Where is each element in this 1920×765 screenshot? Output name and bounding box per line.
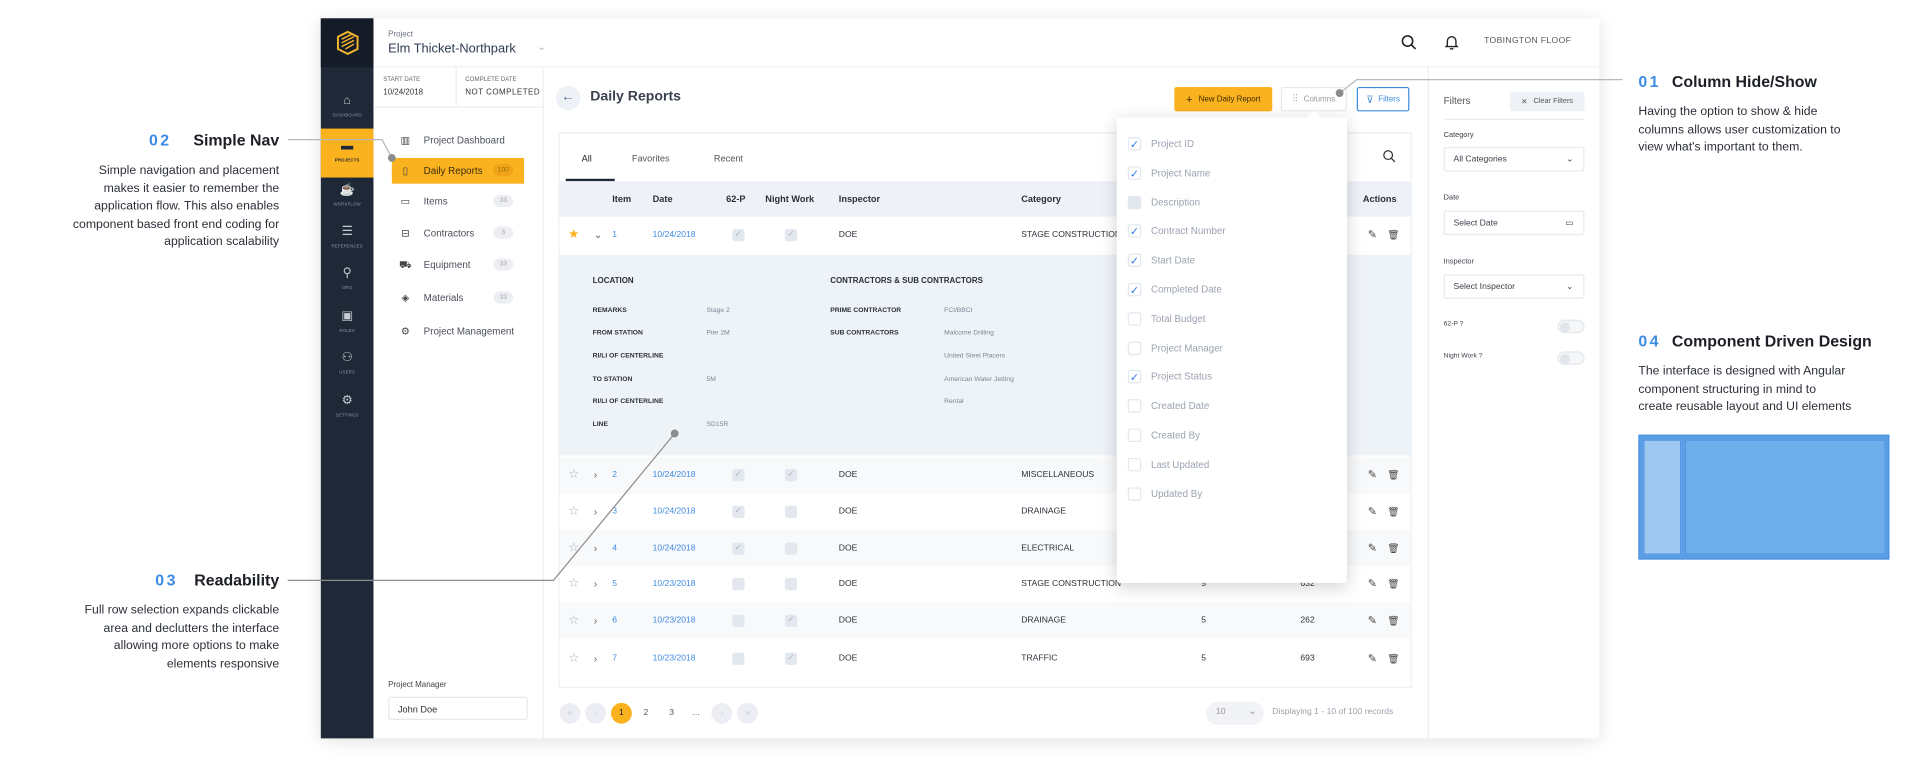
annotation-description-line: create reusable layout and UI elements <box>1638 400 1852 414</box>
annotation-number: 03 <box>155 570 178 589</box>
annotation-description-line: columns allows user customization to <box>1638 123 1841 137</box>
annotation-connectors <box>287 78 1623 582</box>
annotation-description-line: allowing more options to make <box>113 639 280 653</box>
annotation-description-line: Having the option to show & hide <box>1638 105 1818 119</box>
annotation-title: Simple Nav <box>193 131 280 150</box>
annotation-03: 03 Readability Full row selection expand… <box>0 569 280 673</box>
annotation-number: 04 <box>1638 331 1661 351</box>
annotation-description-line: elements responsive <box>166 656 280 671</box>
annotation-description-line: makes it easier to remember the <box>103 181 280 196</box>
annotation-description-line: component based front end coding for <box>72 217 280 231</box>
annotation-description-line: view what's important to them. <box>1638 140 1803 155</box>
annotation-description-line: component structuring in mind to <box>1638 382 1817 397</box>
connector-dot-01 <box>1335 89 1344 97</box>
annotation-number: 01 <box>1638 72 1661 91</box>
connector-dot-02 <box>387 154 396 162</box>
annotation-description-line: The interface is designed with Angular <box>1638 364 1846 379</box>
annotation-01: 01 Column Hide/Show Having the option to… <box>1638 71 1907 157</box>
annotation-02: 02 Simple Nav Simple navigation and plac… <box>0 130 279 252</box>
illustration-sidebar-block <box>1643 439 1682 555</box>
annotation-number: 02 <box>148 131 172 150</box>
connector-line-01 <box>1339 78 1623 94</box>
annotation-description-line: area and declutters the interface <box>103 621 280 635</box>
annotation-description-line: application flow. This also enables <box>94 199 280 214</box>
connector-line-03 <box>287 433 676 582</box>
annotation-description-line: application scalability <box>164 235 280 249</box>
connector-line-02 <box>287 138 393 159</box>
connector-dot-03 <box>670 429 679 438</box>
annotation-title: Component Driven Design <box>1671 331 1872 351</box>
component-layout-illustration <box>1638 434 1890 560</box>
annotation-description-line: Simple navigation and placement <box>98 164 280 178</box>
annotation-description-line: Full row selection expands clickable <box>84 603 280 618</box>
annotation-title: Readability <box>194 570 280 589</box>
annotation-title: Column Hide/Show <box>1671 72 1817 91</box>
annotation-04: 04 Component Driven Design The interface… <box>1638 331 1907 417</box>
illustration-content-block <box>1684 439 1886 555</box>
